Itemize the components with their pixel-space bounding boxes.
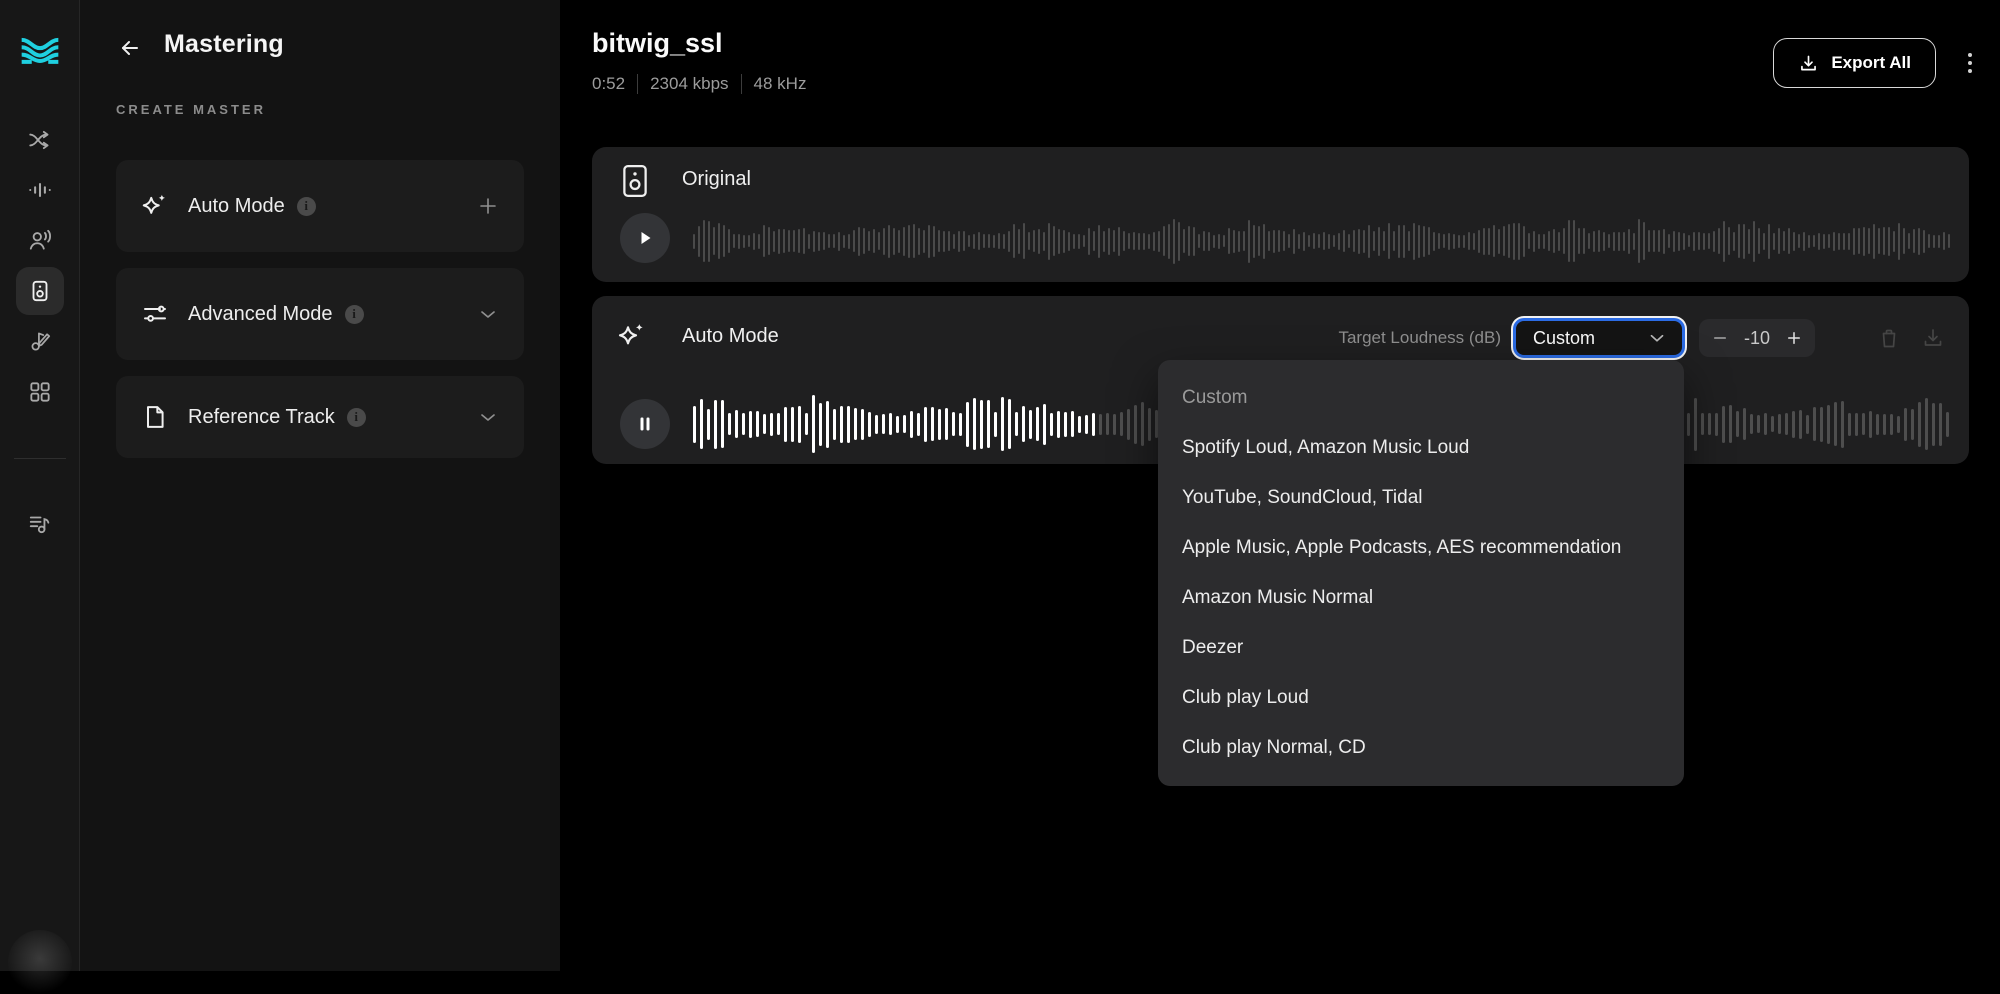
original-track-label: Original xyxy=(682,168,751,190)
meta-divider xyxy=(637,74,639,94)
songwriting-icon[interactable] xyxy=(16,317,64,365)
download-icon xyxy=(1798,53,1819,74)
pause-button[interactable] xyxy=(620,399,670,449)
track-title: bitwig_ssl xyxy=(592,28,723,58)
decrease-loudness-button[interactable] xyxy=(1711,329,1729,347)
monitor-speaker-icon xyxy=(618,162,652,200)
track-sample-rate: 48 kHz xyxy=(753,74,807,93)
split-tracks-icon[interactable] xyxy=(16,116,64,164)
reference-track-card-label: Reference Track xyxy=(188,405,335,428)
preset-option-spotify-loud[interactable]: Spotify Loud, Amazon Music Loud xyxy=(1158,423,1684,473)
loudness-stepper: -10 xyxy=(1699,319,1815,357)
auto-mode-card-label: Auto Mode xyxy=(188,194,285,217)
page-title: Mastering xyxy=(164,30,284,58)
mastering-sidebar: Mastering CREATE MASTER Auto Mode i Adva… xyxy=(80,0,560,971)
playlist-icon[interactable] xyxy=(16,500,64,548)
mastering-speaker-icon[interactable] xyxy=(16,267,64,315)
chevron-down-icon[interactable] xyxy=(476,302,500,326)
preset-option-youtube[interactable]: YouTube, SoundCloud, Tidal xyxy=(1158,473,1684,523)
apps-grid-icon[interactable] xyxy=(16,368,64,416)
waveform-icon[interactable] xyxy=(16,166,64,214)
file-icon xyxy=(140,402,170,432)
preset-option-club-loud[interactable]: Club play Loud xyxy=(1158,673,1684,723)
row-actions xyxy=(1877,326,1945,350)
icon-rail xyxy=(0,0,80,994)
original-track-card: Original xyxy=(592,147,1969,282)
sparkle-icon xyxy=(616,320,648,352)
export-all-button[interactable]: Export All xyxy=(1773,38,1936,88)
chevron-down-icon[interactable] xyxy=(476,405,500,429)
loudness-preset-dropdown-button[interactable]: Custom xyxy=(1513,318,1685,358)
sliders-icon xyxy=(140,299,170,329)
auto-mode-label: Auto Mode xyxy=(682,325,779,347)
track-metadata: 0:52 2304 kbps 48 kHz xyxy=(592,74,806,94)
increase-loudness-button[interactable] xyxy=(1785,329,1803,347)
sparkle-icon xyxy=(140,191,170,221)
more-options-icon[interactable] xyxy=(1960,46,1980,80)
preset-option-apple-music[interactable]: Apple Music, Apple Podcasts, AES recomme… xyxy=(1158,523,1684,573)
chevron-down-icon xyxy=(1646,327,1668,349)
loudness-preset-menu: Custom Spotify Loud, Amazon Music Loud Y… xyxy=(1158,360,1684,786)
create-master-section-label: CREATE MASTER xyxy=(116,102,266,117)
app-logo[interactable] xyxy=(18,28,62,72)
info-icon[interactable]: i xyxy=(296,196,316,216)
preset-option-deezer[interactable]: Deezer xyxy=(1158,623,1684,673)
auto-mode-card[interactable]: Auto Mode i xyxy=(116,160,524,252)
advanced-mode-card-label: Advanced Mode xyxy=(188,302,333,325)
export-all-label: Export All xyxy=(1831,53,1911,72)
reference-track-card[interactable]: Reference Track i xyxy=(116,376,524,458)
track-bitrate: 2304 kbps xyxy=(650,74,729,93)
preset-option-club-normal-cd[interactable]: Club play Normal, CD xyxy=(1158,723,1684,773)
delete-icon[interactable] xyxy=(1877,326,1901,350)
advanced-mode-card[interactable]: Advanced Mode i xyxy=(116,268,524,360)
play-button[interactable] xyxy=(620,213,670,263)
auto-mode-controls: Target Loudness (dB) Custom -10 xyxy=(1338,316,1945,360)
preset-option-custom[interactable]: Custom xyxy=(1158,373,1684,423)
back-button[interactable] xyxy=(110,28,150,68)
main-content: bitwig_ssl 0:52 2304 kbps 48 kHz Export … xyxy=(560,0,2000,971)
track-duration: 0:52 xyxy=(592,74,626,93)
target-loudness-label: Target Loudness (dB) xyxy=(1338,328,1501,347)
rail-divider xyxy=(14,458,66,459)
voice-studio-icon[interactable] xyxy=(16,216,64,264)
preset-selected-value: Custom xyxy=(1533,327,1596,348)
info-icon[interactable]: i xyxy=(346,407,366,427)
meta-divider xyxy=(740,74,742,94)
loudness-value: -10 xyxy=(1743,327,1770,348)
preset-option-amazon-normal[interactable]: Amazon Music Normal xyxy=(1158,573,1684,623)
download-icon[interactable] xyxy=(1921,326,1945,350)
add-master-icon[interactable] xyxy=(476,194,500,218)
original-waveform[interactable] xyxy=(693,212,1951,270)
avatar[interactable] xyxy=(8,930,72,994)
info-icon[interactable]: i xyxy=(344,304,364,324)
